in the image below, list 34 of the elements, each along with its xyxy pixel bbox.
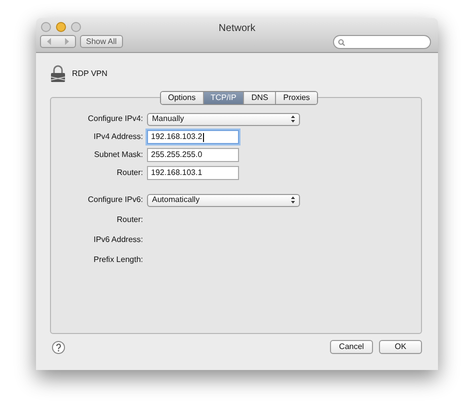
dialog-button[interactable]: OK (379, 340, 422, 354)
text-field[interactable]: 192.168.103.1 (147, 166, 239, 180)
back-forward-control[interactable] (40, 35, 76, 48)
tab[interactable]: DNS (243, 92, 276, 104)
back-icon (47, 38, 52, 45)
field-label: IPv6 Address: (92, 234, 143, 246)
dialog-button[interactable]: Cancel (330, 340, 373, 354)
field-label: Router: (116, 167, 143, 179)
close-button[interactable] (41, 22, 51, 32)
minimize-button[interactable] (56, 22, 66, 32)
service-name: RDP VPN (72, 68, 108, 80)
field-label: Subnet Mask: (93, 149, 143, 161)
field-label: Prefix Length: (92, 254, 143, 266)
window-title: Network (218, 22, 256, 36)
search-icon (338, 38, 345, 46)
text-cursor (203, 132, 204, 142)
help-icon[interactable] (52, 340, 65, 354)
lock-icon (50, 65, 66, 83)
text-field[interactable]: 192.168.103.2 (147, 130, 239, 144)
text-field[interactable]: 255.255.255.0 (147, 148, 239, 162)
field-label: IPv4 Address: (92, 131, 143, 143)
tab[interactable]: Proxies (275, 92, 317, 104)
zoom-button[interactable] (71, 22, 81, 32)
popup-menu[interactable]: Manually (147, 112, 300, 126)
field-label: Router: (116, 214, 143, 226)
forward-icon (64, 38, 69, 45)
stepper-arrows-icon (291, 196, 295, 204)
show-all-button[interactable]: Show All (80, 35, 123, 48)
popup-menu[interactable]: Automatically (147, 194, 300, 206)
field-label: Configure IPv6: (86, 194, 143, 206)
tab[interactable]: Options (161, 92, 203, 104)
field-label: Configure IPv4: (86, 113, 143, 125)
stepper-arrows-icon (291, 115, 295, 123)
search-field[interactable] (333, 35, 431, 49)
